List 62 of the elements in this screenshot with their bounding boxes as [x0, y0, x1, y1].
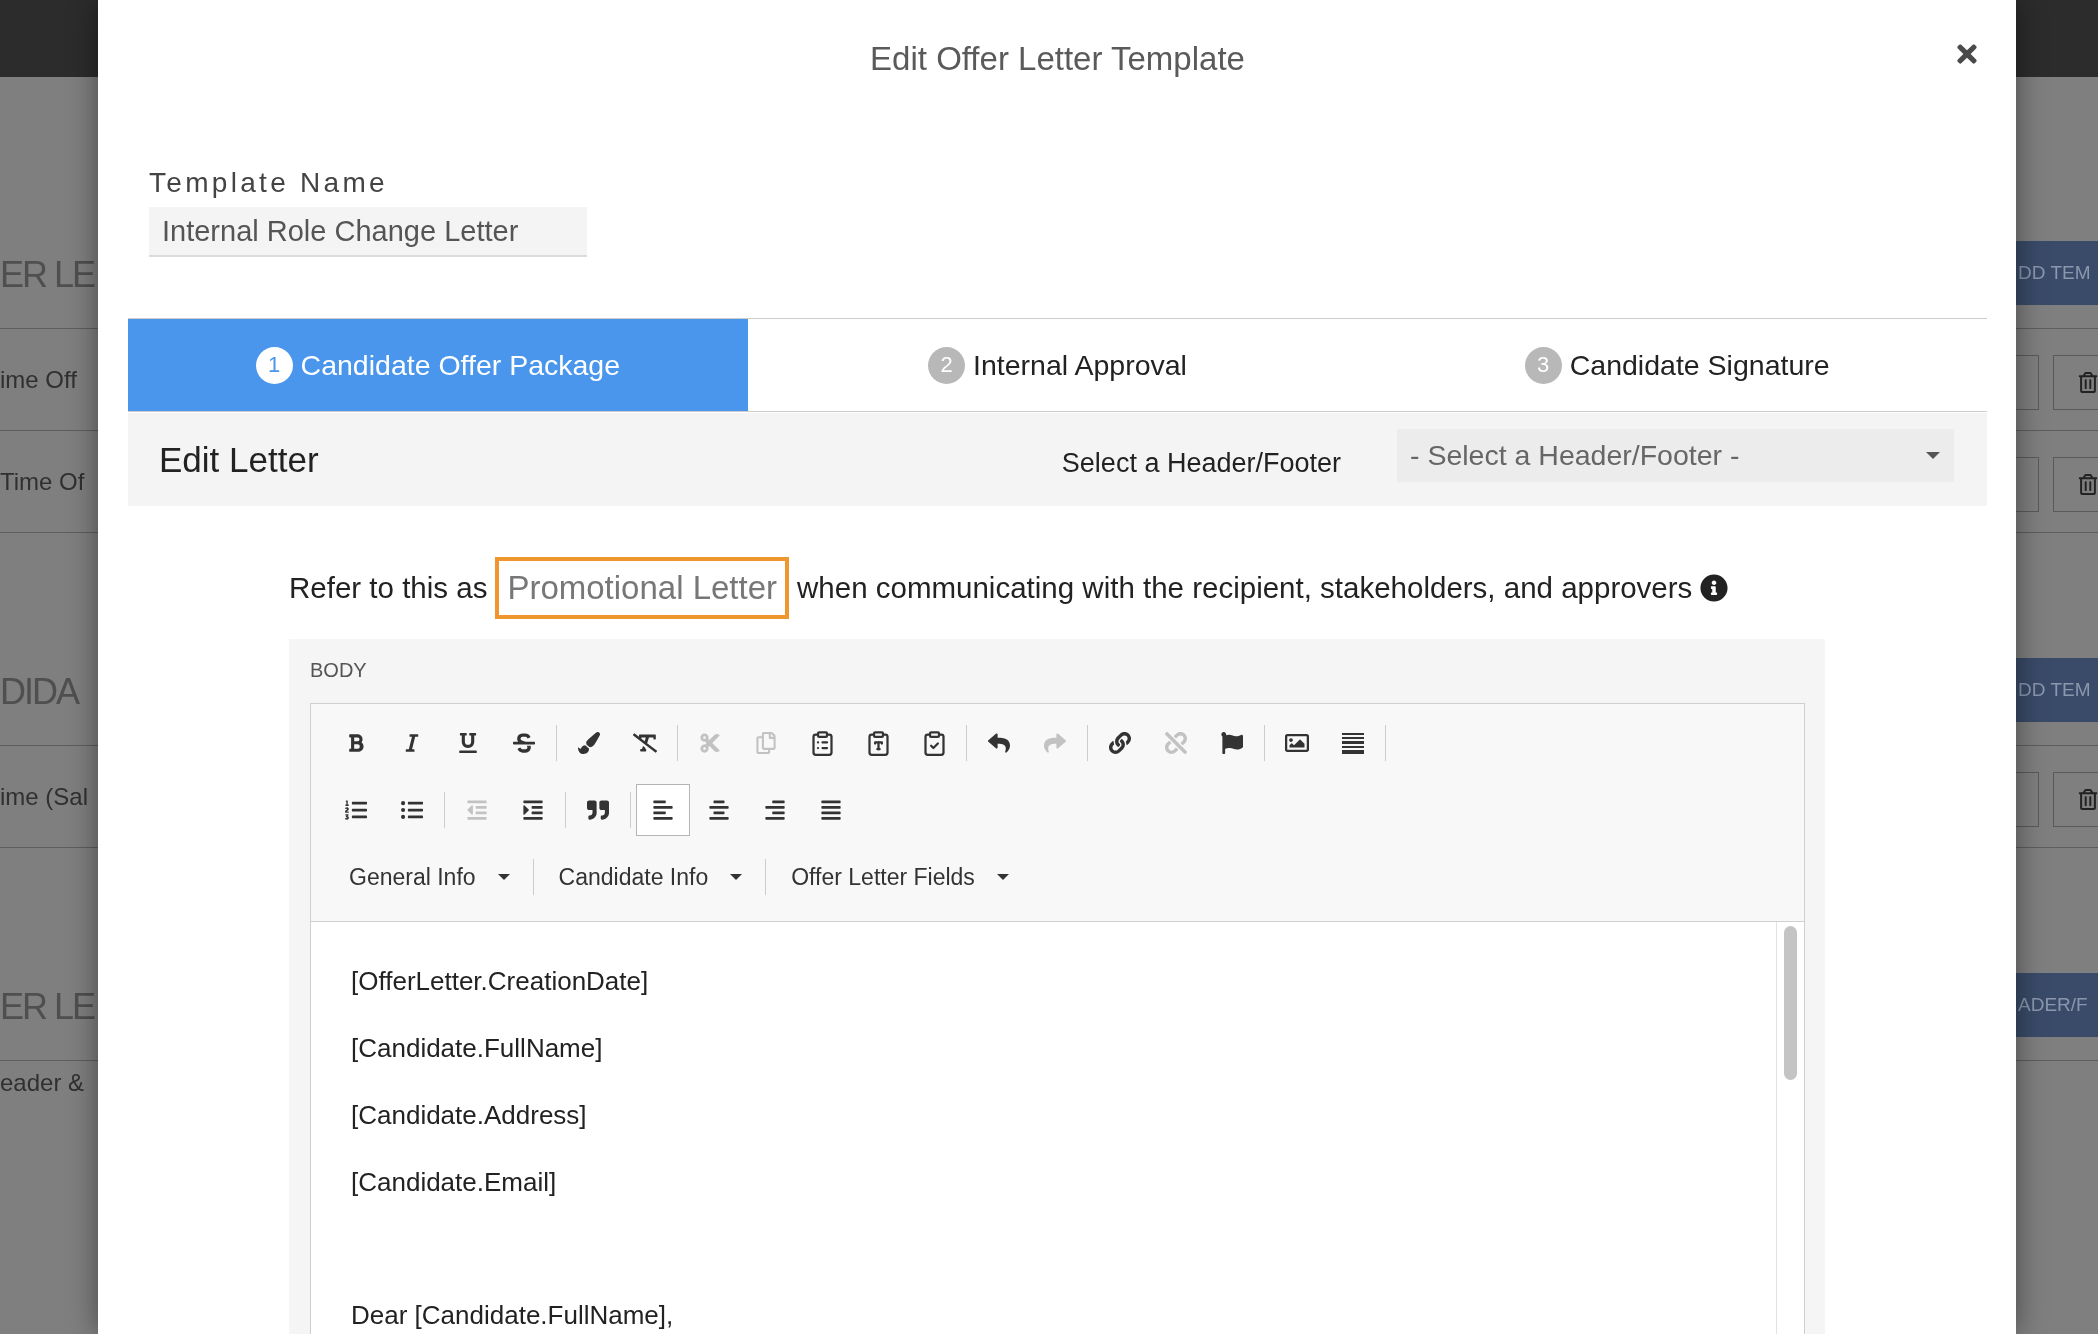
template-name-field[interactable]: Internal Role Change Letter — [149, 207, 587, 257]
delete-button[interactable] — [2053, 772, 2098, 827]
align-left-icon — [652, 799, 674, 821]
delete-button[interactable] — [2053, 457, 2098, 512]
step-number: 1 — [255, 346, 293, 384]
align-right-icon — [764, 799, 786, 821]
step-number: 3 — [1524, 346, 1562, 384]
align-justify-icon — [820, 799, 842, 821]
merge-field-text: [Candidate.Address] — [351, 1100, 587, 1130]
step-number: 2 — [928, 346, 966, 384]
trash-icon — [2078, 372, 2098, 393]
refer-label-text: Refer to this as — [289, 571, 488, 605]
refer-description-text: when communicating with the recipient, stakeholders, and approvers — [797, 571, 1693, 605]
header-footer-select[interactable]: - Select a Header/Footer - — [1397, 429, 1954, 482]
editor-content[interactable]: [OfferLetter.CreationDate] [Candidate.FullName] [Candidate.Address] [Candidate.Email] Dear [Candidate.FullName], — [311, 922, 1804, 1334]
row-label: ime (Sal — [0, 782, 89, 811]
letter-name-field[interactable]: Promotional Letter — [495, 557, 790, 619]
redo-icon — [1044, 732, 1066, 754]
align-left-button[interactable] — [636, 784, 690, 836]
field-menu-button[interactable]: General Info — [328, 852, 529, 902]
remove-format-icon — [633, 731, 657, 755]
scissors-icon — [699, 732, 721, 754]
column-header: eader & — [0, 1069, 85, 1097]
copy-icon — [755, 732, 777, 754]
field-menu-button[interactable]: Candidate Info — [537, 852, 762, 902]
field-label: Select a Header/Footer — [1061, 448, 1341, 479]
caret-icon — [996, 874, 1009, 880]
lines-icon — [1342, 732, 1364, 754]
merge-field-text: [OfferLetter.CreationDate] — [351, 966, 649, 996]
unlink-icon — [1165, 732, 1187, 754]
trash-icon — [2078, 474, 2098, 495]
section-title: Edit Letter — [159, 439, 319, 480]
trash-icon — [2078, 789, 2098, 810]
caret-icon — [730, 874, 743, 880]
caret-icon — [1926, 452, 1940, 459]
quote-icon — [587, 799, 609, 821]
bold-icon — [346, 733, 366, 753]
scrollbar-thumb[interactable] — [1784, 926, 1797, 1080]
info-icon[interactable] — [1700, 574, 1729, 602]
merge-field-text: [Candidate.Email] — [351, 1167, 557, 1197]
numbered-list-icon — [345, 799, 367, 821]
caret-icon — [497, 874, 510, 880]
row-label: ime Off — [0, 365, 77, 394]
delete-button[interactable] — [2053, 355, 2098, 410]
body-label: BODY — [310, 658, 367, 682]
bullet-list-icon — [401, 799, 423, 821]
paintbrush-icon — [578, 732, 600, 754]
field-label: Template Name — [149, 166, 388, 200]
link-icon — [1109, 732, 1131, 754]
undo-icon — [988, 732, 1010, 754]
underline-icon — [458, 733, 478, 753]
salutation-text: Dear [Candidate.FullName], — [351, 1300, 674, 1330]
flag-icon — [1221, 732, 1243, 754]
field-menu-button[interactable]: Offer Letter Fields — [770, 852, 1028, 902]
strikethrough-icon — [513, 732, 535, 754]
outdent-icon — [466, 799, 488, 821]
row-label: Time Of — [0, 467, 85, 496]
align-center-icon — [708, 799, 730, 821]
image-icon — [1285, 731, 1309, 755]
indent-icon — [522, 799, 544, 821]
dialog-title: Edit Offer Letter Template — [870, 39, 1245, 79]
merge-field-text: [Candidate.FullName] — [351, 1033, 603, 1063]
